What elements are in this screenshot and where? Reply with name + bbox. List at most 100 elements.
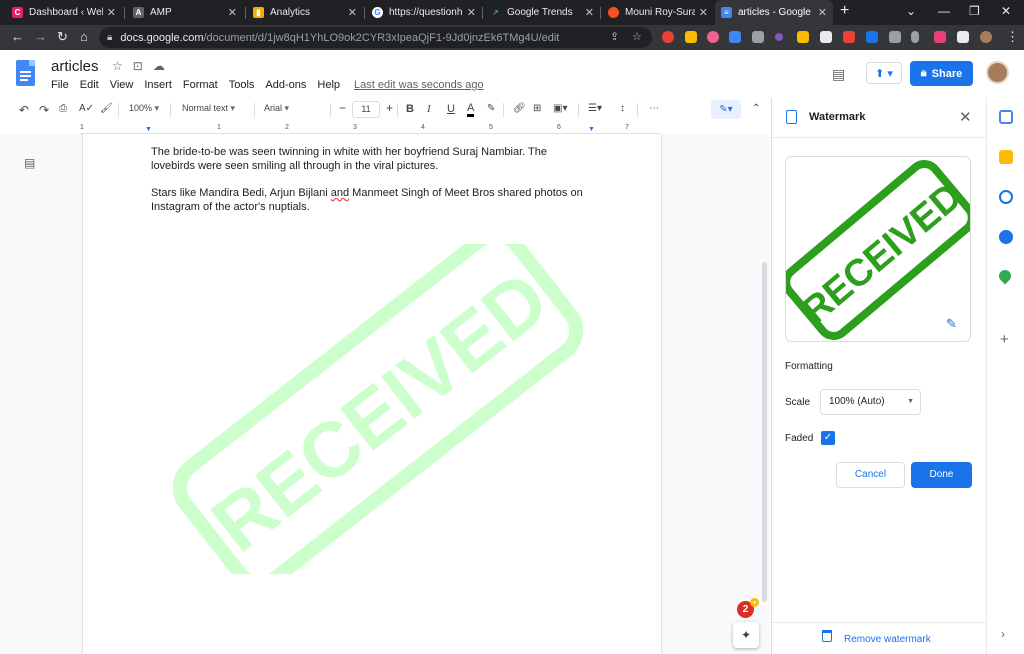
redo-icon[interactable]: ↷ xyxy=(39,103,49,117)
profile-avatar[interactable] xyxy=(980,31,992,43)
paint-format-icon[interactable]: 🖌︎ xyxy=(100,103,113,114)
extension-wave-icon[interactable] xyxy=(866,31,878,43)
browser-tab-questionhub[interactable]: G https://questionhu ✕ xyxy=(366,0,482,25)
last-edit-link[interactable]: Last edit was seconds ago xyxy=(354,79,484,91)
spellcheck-icon[interactable]: A✓ xyxy=(79,103,94,114)
text-color-button[interactable]: A xyxy=(467,103,475,117)
tab-search-icon[interactable]: ⌄ xyxy=(906,4,916,18)
decrease-font-icon[interactable]: − xyxy=(339,101,346,115)
minimize-icon[interactable]: — xyxy=(938,4,950,18)
insert-link-icon[interactable]: 🔗︎ xyxy=(513,103,526,114)
browser-tab-dashboard[interactable]: C Dashboard ‹ Web S ✕ xyxy=(6,0,122,25)
contacts-icon[interactable] xyxy=(999,230,1013,244)
add-comment-icon[interactable]: ⊞ xyxy=(533,103,541,114)
keep-icon[interactable] xyxy=(999,150,1013,164)
browser-tab-articles[interactable]: ≡ articles - Google Do ✕ xyxy=(715,0,833,25)
tasks-icon[interactable] xyxy=(999,190,1013,204)
menu-view[interactable]: View xyxy=(110,79,134,91)
browser-tab-mouni-roy[interactable]: ● Mouni Roy-Suraj N ✕ xyxy=(602,0,714,25)
menu-tools[interactable]: Tools xyxy=(229,79,255,91)
extension-pink-icon[interactable] xyxy=(707,31,719,43)
align-icon[interactable]: ☰▾ xyxy=(588,103,602,114)
collapse-toolbar-icon[interactable]: ⌃ xyxy=(752,103,760,114)
spelling-error-word[interactable]: and xyxy=(331,187,349,199)
close-tab-icon[interactable]: ✕ xyxy=(107,6,116,19)
done-button[interactable]: Done xyxy=(911,462,972,488)
close-tab-icon[interactable]: ✕ xyxy=(818,6,827,19)
reload-icon[interactable]: ↻ xyxy=(57,29,68,45)
comment-history-icon[interactable]: ▤ xyxy=(832,66,845,83)
close-tab-icon[interactable]: ✕ xyxy=(699,6,708,19)
more-options-icon[interactable]: ⋯ xyxy=(649,103,659,114)
watermark-preview[interactable]: RECEIVED xyxy=(785,156,971,342)
remove-watermark-button[interactable]: Remove watermark xyxy=(844,634,931,645)
close-tab-icon[interactable]: ✕ xyxy=(585,6,594,19)
font-size-input[interactable]: 11 xyxy=(352,101,380,118)
scale-select[interactable]: 100% (Auto) ▼ xyxy=(820,389,921,415)
extension-grey-icon[interactable] xyxy=(820,31,832,43)
extensions-puzzle-icon[interactable] xyxy=(957,31,969,43)
present-button[interactable]: ⬆︎ ▾ xyxy=(866,62,902,84)
browser-tab-amp[interactable]: A AMP ✕ xyxy=(127,0,243,25)
extension-copy-icon[interactable] xyxy=(889,31,901,43)
cloud-status-icon[interactable]: ☁ xyxy=(153,59,165,73)
extension-translate-icon[interactable] xyxy=(729,31,741,43)
close-tab-icon[interactable]: ✕ xyxy=(348,6,357,19)
highlight-icon[interactable]: ✎ xyxy=(487,103,495,114)
cancel-button[interactable]: Cancel xyxy=(836,462,905,488)
extension-mail-icon[interactable] xyxy=(685,31,697,43)
menu-file[interactable]: File xyxy=(51,79,69,91)
close-icon[interactable]: ✕ xyxy=(959,108,972,126)
menu-insert[interactable]: Insert xyxy=(144,79,172,91)
forward-icon[interactable]: → xyxy=(34,29,47,44)
back-icon[interactable]: ← xyxy=(11,29,24,44)
star-icon[interactable]: ☆ xyxy=(112,59,123,73)
left-indent-marker-icon[interactable]: ▼ xyxy=(145,126,152,133)
new-tab-icon[interactable]: + xyxy=(840,2,849,20)
edit-watermark-pencil-icon[interactable]: ✎ xyxy=(946,316,957,332)
line-spacing-icon[interactable]: ↕ xyxy=(620,103,625,114)
undo-icon[interactable]: ↶ xyxy=(19,103,29,117)
restore-icon[interactable]: ❐ xyxy=(969,4,980,18)
increase-font-icon[interactable]: + xyxy=(386,101,393,115)
extension-gift-icon[interactable] xyxy=(934,31,946,43)
trash-icon[interactable] xyxy=(822,630,832,642)
bookmark-star-icon[interactable]: ☆ xyxy=(632,30,642,43)
maps-icon[interactable] xyxy=(996,267,1014,285)
document-title[interactable]: articles xyxy=(51,58,99,75)
lock-icon[interactable]: 🔒︎ xyxy=(107,32,112,43)
document-canvas[interactable]: ▤ RECEIVED The bride-to-be was seen twin… xyxy=(0,134,770,654)
font-family-select[interactable]: Arial xyxy=(264,103,326,114)
get-addons-plus-icon[interactable]: + xyxy=(1000,331,1009,348)
close-tab-icon[interactable]: ✕ xyxy=(467,6,476,19)
extension-drive-icon[interactable] xyxy=(797,31,809,43)
show-side-panel-chevron-icon[interactable]: › xyxy=(1001,627,1005,641)
print-icon[interactable]: ⎙ xyxy=(59,103,67,114)
paragraph-style-select[interactable]: Normal text xyxy=(182,103,235,114)
underline-button[interactable]: U xyxy=(447,103,455,115)
user-avatar[interactable] xyxy=(986,61,1009,84)
home-icon[interactable]: ⌂ xyxy=(80,29,88,44)
close-window-icon[interactable]: ✕ xyxy=(1001,4,1011,18)
explore-button[interactable]: ✦ xyxy=(733,622,759,648)
share-button[interactable]: 🔒︎ Share xyxy=(910,61,973,86)
bold-button[interactable]: B xyxy=(406,103,414,115)
extension-dot-icon[interactable] xyxy=(775,33,783,41)
faded-checkbox[interactable]: ✓ xyxy=(821,431,835,445)
extension-mic-icon[interactable] xyxy=(911,31,919,43)
document-scrollbar[interactable] xyxy=(762,262,767,602)
insert-image-icon[interactable]: ▣▾ xyxy=(553,103,567,114)
zoom-select[interactable]: 100% xyxy=(129,103,159,114)
browser-tab-google-trends[interactable]: ↗ Google Trends ✕ xyxy=(484,0,600,25)
right-indent-marker-icon[interactable]: ▼ xyxy=(588,126,595,133)
browser-tab-analytics[interactable]: ▮ Analytics ✕ xyxy=(247,0,363,25)
paragraph[interactable]: The bride-to-be was seen twinning in whi… xyxy=(151,145,591,173)
docs-logo-icon[interactable] xyxy=(16,60,35,86)
move-folder-icon[interactable]: ⊡ xyxy=(133,59,143,73)
extension-u-icon[interactable] xyxy=(843,31,855,43)
close-tab-icon[interactable]: ✕ xyxy=(228,6,237,19)
address-bar[interactable]: 🔒︎ docs.google.com/document/d/1jw8qH1YhL… xyxy=(99,27,652,48)
paragraph[interactable]: Stars like Mandira Bedi, Arjun Bijlani a… xyxy=(151,186,591,214)
share-page-icon[interactable]: ⇪ xyxy=(610,30,619,43)
extension-red-icon[interactable] xyxy=(662,31,674,43)
